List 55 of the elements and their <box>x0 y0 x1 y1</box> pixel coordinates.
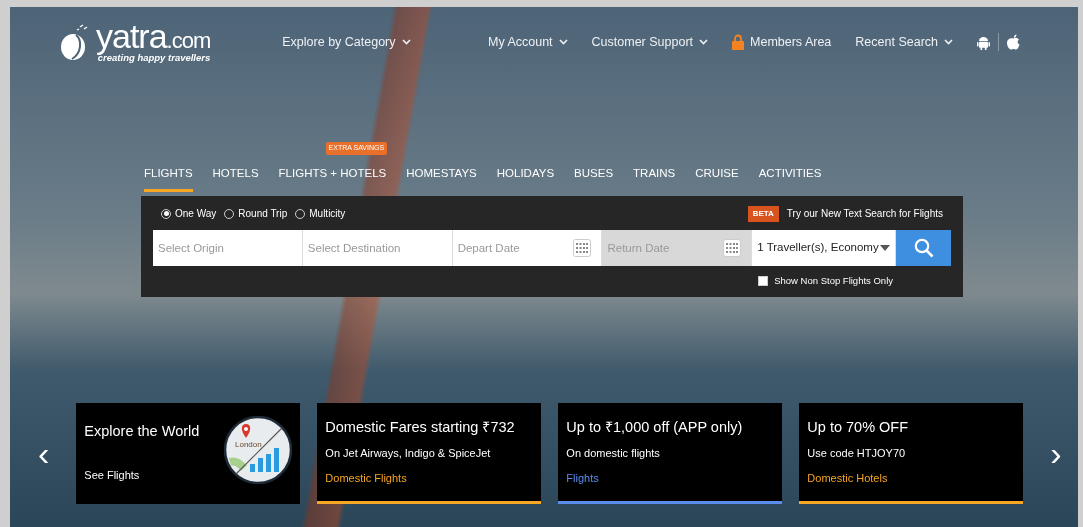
radio-option[interactable]: One Way <box>161 206 217 221</box>
nav-link[interactable]: Members Area <box>732 32 832 52</box>
search-icon <box>913 237 934 258</box>
card-title: Domestic Fares starting ₹732 <box>325 417 516 437</box>
calendar-icon[interactable] <box>723 238 742 257</box>
card-subtitle: On Jet Airways, Indigo & SpiceJet <box>325 445 492 461</box>
tab[interactable]: TRAINS <box>633 165 676 192</box>
tab[interactable]: ACTIVITIES <box>758 165 822 192</box>
nav-link[interactable]: My Account <box>487 32 568 52</box>
map-pin-icon <box>242 423 251 438</box>
card-link[interactable]: Flights <box>566 470 599 487</box>
radio-option[interactable]: Multicity <box>295 206 346 221</box>
card-link[interactable]: See Flights <box>84 466 140 483</box>
calendar-icon[interactable] <box>573 238 592 257</box>
nav-link[interactable]: Explore by Category <box>282 32 411 52</box>
bar-chart-icon <box>250 447 280 472</box>
card-title: Explore the World <box>84 421 200 441</box>
tab[interactable]: BUSES <box>574 165 614 192</box>
date-field[interactable]: Depart Date <box>452 229 602 266</box>
lock-icon <box>732 34 745 51</box>
nav-link[interactable]: Recent Search <box>855 32 953 52</box>
input-field[interactable]: Select Origin <box>153 229 302 266</box>
search-button[interactable] <box>896 229 951 266</box>
card-title: Up to ₹1,000 off (APP only) <box>566 417 744 437</box>
tab[interactable]: FLIGHTS <box>144 165 193 192</box>
nav-link[interactable]: Customer Support <box>591 32 709 52</box>
offer-card[interactable]: Up to 70% OFF Use code HTJOY70 Domestic Hotels <box>799 402 1024 504</box>
card-link[interactable]: Domestic Flights <box>325 470 407 487</box>
card-title: Up to 70% OFF <box>807 417 910 437</box>
map-label: London <box>235 439 263 449</box>
chevron-down-icon <box>401 39 411 46</box>
tab[interactable]: HOTELS <box>212 165 259 192</box>
tab[interactable]: CRUISE <box>695 165 739 192</box>
card-link[interactable]: Domestic Hotels <box>807 470 888 487</box>
logo-text: yatra.com <box>96 19 211 53</box>
nonstop-checkbox[interactable]: Show Non Stop Flights Only <box>758 273 893 288</box>
traveller-select[interactable]: 1 Traveller(s), Economy <box>752 229 897 266</box>
android-icon[interactable] <box>977 34 990 50</box>
offer-card[interactable]: Explore the World See Flights London <box>76 402 301 504</box>
card-subtitle: On domestic flights <box>566 445 661 461</box>
beta-badge: BETA <box>747 205 779 222</box>
offer-card[interactable]: Up to ₹1,000 off (APP only) On domestic flights Flights <box>558 402 783 504</box>
chevron-down-icon <box>558 39 568 46</box>
tab[interactable]: FLIGHTS + HOTELS <box>278 165 387 192</box>
card-subtitle: Use code HTJOY70 <box>807 445 907 461</box>
tab[interactable]: HOMESTAYS <box>406 165 477 192</box>
apple-icon[interactable] <box>1007 34 1020 51</box>
tab[interactable]: HOLIDAYS <box>496 165 555 192</box>
input-field[interactable]: Select Destination <box>302 229 452 266</box>
chevron-down-icon <box>699 39 709 46</box>
radio-option[interactable]: Round Trip <box>224 206 288 221</box>
dropdown-caret-icon <box>880 244 891 251</box>
text-search-link[interactable]: Try our New Text Search for Flights <box>786 206 943 221</box>
chevron-down-icon <box>944 39 953 46</box>
offer-card[interactable]: Domestic Fares starting ₹732 On Jet Airways, Indigo & SpiceJet Domestic Flights <box>317 402 542 504</box>
